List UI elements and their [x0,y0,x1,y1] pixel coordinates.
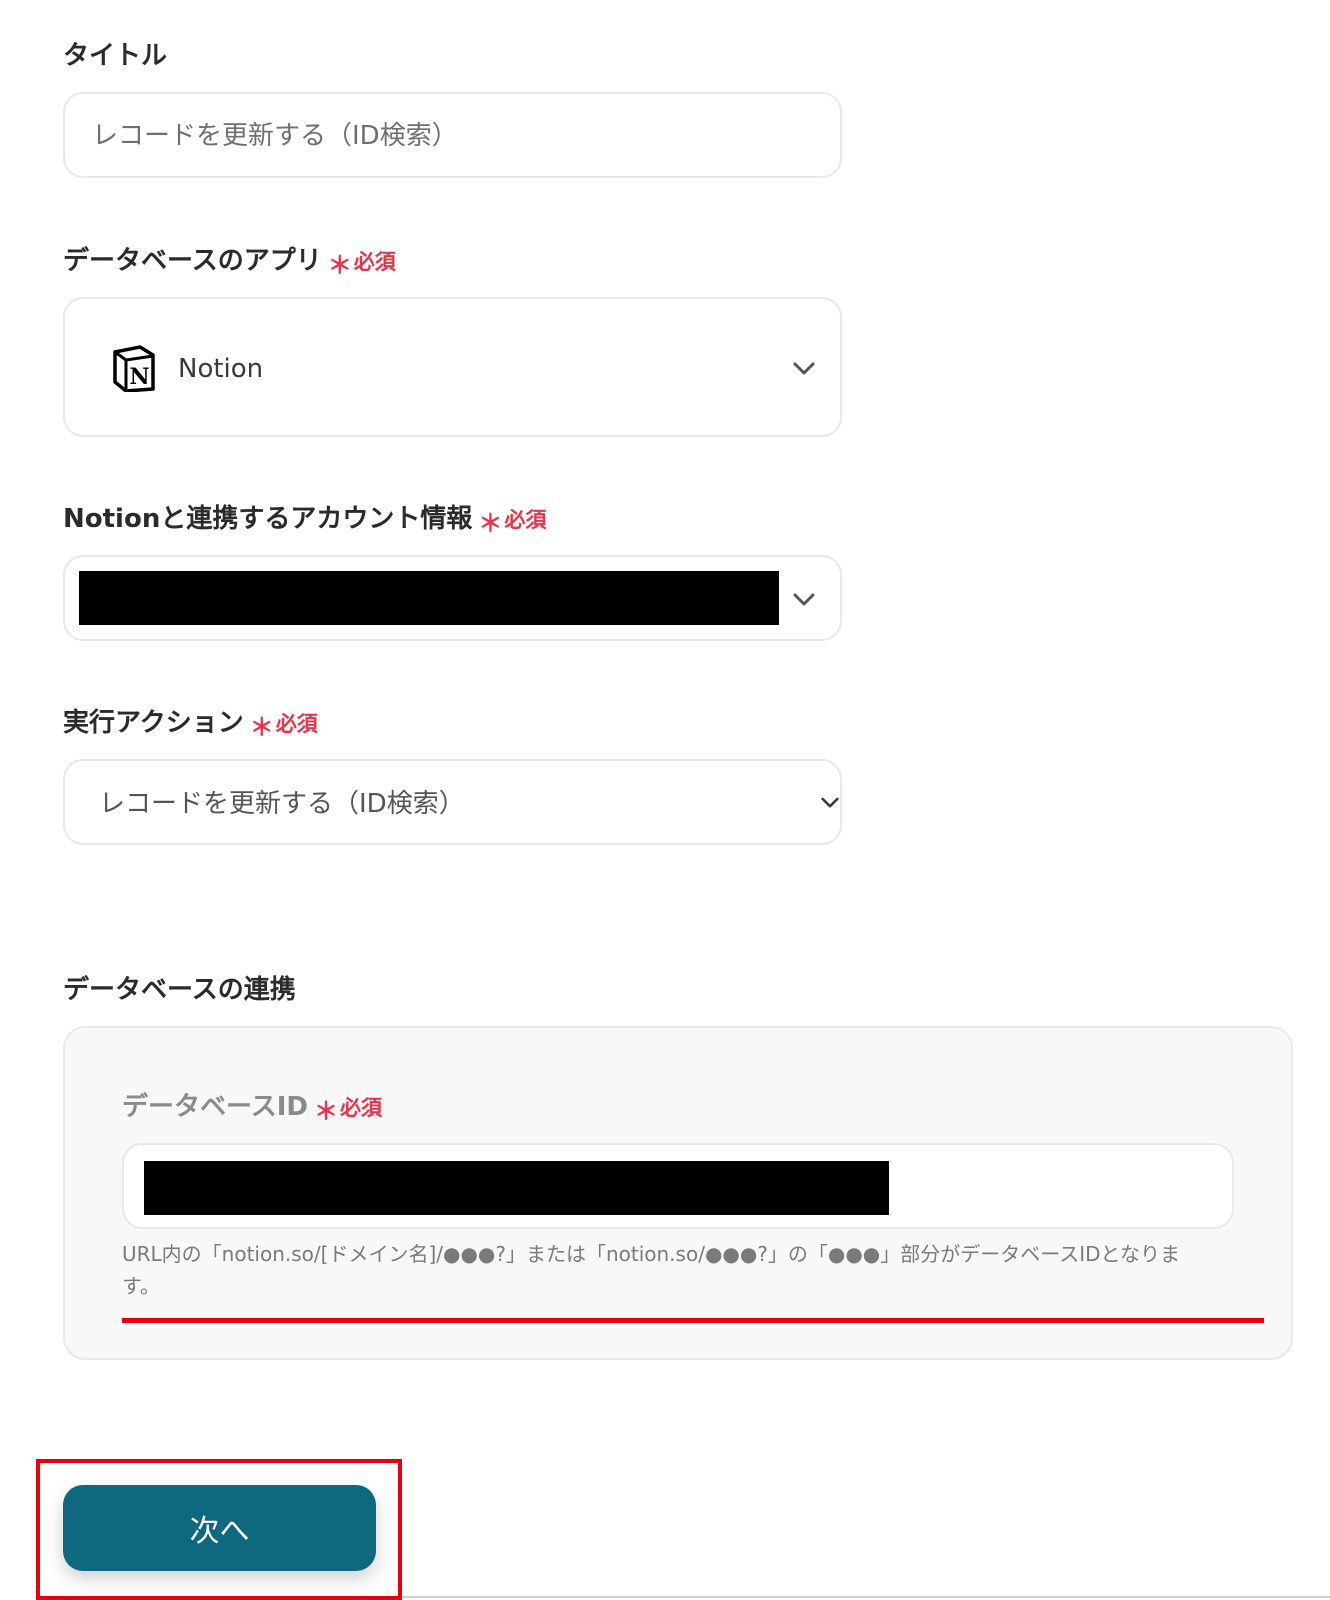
required-text: 必須 [504,508,547,532]
database-app-value: Notion [178,354,264,384]
action-label: 実行アクション ＊必須 [63,708,318,739]
required-star: ＊ [249,713,274,741]
title-input[interactable]: レコードを更新する（ID検索） [63,92,842,178]
svg-text:N: N [129,364,149,390]
required-text: 必須 [339,1096,382,1120]
chevron-down-icon [793,593,815,606]
database-id-label: データベースID ＊必須 [122,1092,382,1123]
database-id-help-text: URL内の「notion.so/[ドメイン名]/●●●?」または「notion.… [122,1242,1180,1298]
next-button[interactable]: 次へ [63,1485,376,1571]
database-app-label-text: データベースのアプリ [63,246,322,276]
required-star: ＊ [313,1097,338,1125]
divider [402,1596,1330,1598]
title-label: タイトル [63,41,168,71]
required-star: ＊ [327,251,352,279]
database-link-section-title: データベースの連携 [63,975,296,1005]
required-star: ＊ [478,509,503,537]
database-app-label: データベースのアプリ ＊必須 [63,246,396,277]
required-text: 必須 [353,250,396,274]
account-select[interactable] [63,555,842,641]
notion-logo-icon: N [113,345,155,392]
account-label-text: Notionと連携するアカウント情報 [63,504,473,534]
required-text: 必須 [275,712,318,736]
action-select-value: レコードを更新する（ID検索） [99,789,465,819]
database-app-select[interactable]: N Notion [63,297,842,437]
redacted-database-id [144,1161,889,1215]
title-input-value: レコードを更新する（ID検索） [92,121,458,151]
chevron-down-icon [793,362,815,375]
action-select[interactable]: レコードを更新する（ID検索） [63,759,842,845]
chevron-down-icon [821,797,839,808]
highlight-underline [122,1318,1264,1323]
account-label: Notionと連携するアカウント情報 ＊必須 [63,504,547,535]
database-id-label-text: データベースID [122,1092,308,1122]
redacted-account [79,571,779,625]
database-id-input[interactable] [122,1143,1234,1229]
action-label-text: 実行アクション [63,708,244,738]
settings-page: タイトル レコードを更新する（ID検索） データベースのアプリ ＊必須 N Not… [0,0,1330,1600]
